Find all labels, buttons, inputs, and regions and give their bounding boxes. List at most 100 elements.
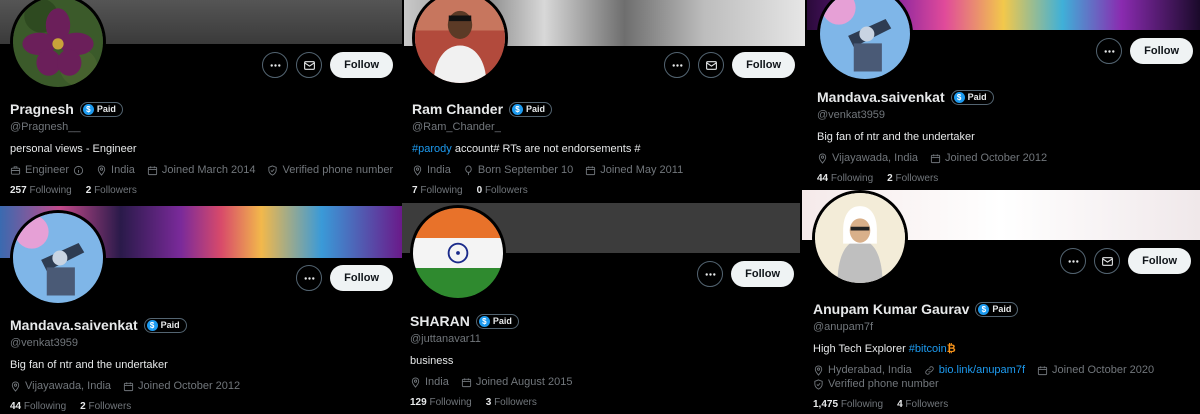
- more-options-button[interactable]: [664, 52, 691, 78]
- followers-link[interactable]: 2 Followers: [86, 185, 137, 196]
- meta-profession: Engineer: [10, 164, 84, 176]
- message-button[interactable]: [698, 52, 725, 78]
- follow-button[interactable]: Follow: [1130, 38, 1193, 64]
- calendar-icon: [147, 165, 158, 176]
- profile-info: Pragnesh $ Paid @Pragnesh__ personal view…: [10, 101, 394, 196]
- followers-link[interactable]: 2 Followers: [80, 401, 131, 412]
- paid-badge[interactable]: $ Paid: [475, 313, 519, 329]
- avatar[interactable]: [10, 210, 106, 306]
- display-name[interactable]: SHARAN: [410, 313, 470, 329]
- meta-joined: Joined October 2012: [123, 380, 240, 392]
- avatar[interactable]: [412, 0, 508, 86]
- profile-meta: Hyderabad, India bio.link/anupam7f Joine…: [813, 364, 1192, 390]
- mail-icon: [1101, 255, 1114, 268]
- follow-stats: 129 Following 3 Followers: [410, 397, 792, 408]
- avatar[interactable]: [812, 190, 908, 286]
- display-name[interactable]: Pragnesh: [10, 101, 74, 117]
- display-name[interactable]: Ram Chander: [412, 101, 503, 117]
- followers-link[interactable]: 2 Followers: [887, 173, 938, 184]
- following-link[interactable]: 129 Following: [410, 397, 472, 408]
- profile-info: Anupam Kumar Gaurav $ Paid @anupam7f High…: [813, 301, 1192, 410]
- more-options-button[interactable]: [697, 261, 724, 287]
- meta-joined: Joined May 2011: [585, 164, 683, 176]
- profile-actions: Follow: [664, 52, 795, 78]
- location-icon: [410, 377, 421, 388]
- shield-check-icon: [267, 165, 278, 176]
- hashtag-link[interactable]: #parody: [412, 143, 452, 155]
- meta-verified-phone: Verified phone number: [267, 164, 393, 176]
- followers-link[interactable]: 0 Followers: [477, 185, 528, 196]
- meta-location: Vijayawada, India: [817, 152, 918, 164]
- meta-joined: Joined October 2020: [1037, 364, 1154, 376]
- following-link[interactable]: 1,475 Following: [813, 399, 883, 410]
- paid-badge[interactable]: $ Paid: [79, 101, 123, 117]
- profile-info: Ram Chander $ Paid @Ram_Chander_ #parody …: [412, 101, 797, 196]
- more-icon: [1103, 45, 1116, 58]
- bio: High Tech Explorer #bitcoin₿: [813, 343, 956, 355]
- dollar-coin-icon: $: [82, 103, 94, 115]
- display-name[interactable]: Mandava.saivenkat: [817, 89, 945, 105]
- paid-badge[interactable]: $ Paid: [509, 101, 553, 117]
- meta-location: Hyderabad, India: [813, 364, 912, 376]
- follow-button[interactable]: Follow: [731, 261, 794, 287]
- followers-link[interactable]: 3 Followers: [486, 397, 537, 408]
- display-name[interactable]: Anupam Kumar Gaurav: [813, 301, 969, 317]
- location-icon: [96, 165, 107, 176]
- more-options-button[interactable]: [262, 52, 289, 78]
- meta-location: Vijayawada, India: [10, 380, 111, 392]
- dollar-coin-icon: $: [953, 91, 965, 103]
- following-link[interactable]: 7 Following: [412, 185, 463, 196]
- handle: @anupam7f: [813, 321, 874, 333]
- location-icon: [817, 153, 828, 164]
- dollar-coin-icon: $: [478, 315, 490, 327]
- paid-badge[interactable]: $ Paid: [975, 301, 1019, 317]
- following-link[interactable]: 44 Following: [817, 173, 873, 184]
- calendar-icon: [585, 165, 596, 176]
- more-options-button[interactable]: [1060, 248, 1087, 274]
- meta-joined: Joined March 2014: [147, 164, 255, 176]
- profile-actions: Follow: [697, 261, 794, 287]
- profile-info: Mandava.saivenkat $ Paid @venkat3959 Big …: [10, 317, 394, 412]
- meta-verified-phone: Verified phone number: [813, 378, 939, 390]
- hashtag-link[interactable]: #bitcoin: [909, 343, 947, 355]
- bio: personal views - Engineer: [10, 143, 137, 155]
- calendar-icon: [930, 153, 941, 164]
- followers-link[interactable]: 4 Followers: [897, 399, 948, 410]
- more-icon: [269, 59, 282, 72]
- follow-button[interactable]: Follow: [732, 52, 795, 78]
- follow-button[interactable]: Follow: [1128, 248, 1191, 274]
- follow-button[interactable]: Follow: [330, 265, 393, 291]
- profile-card-ram-chander: Follow Ram Chander $ Paid @Ram_Chander_ #…: [404, 0, 805, 202]
- more-icon: [303, 272, 316, 285]
- avatar[interactable]: [817, 0, 913, 82]
- meta-location: India: [410, 376, 449, 388]
- more-options-button[interactable]: [296, 265, 323, 291]
- calendar-icon: [1037, 365, 1048, 376]
- more-icon: [1067, 255, 1080, 268]
- follow-stats: 257 Following 2 Followers: [10, 185, 394, 196]
- profile-meta: Engineer India Joined March 2014 Verifie…: [10, 164, 394, 176]
- location-icon: [813, 365, 824, 376]
- handle: @Ram_Chander_: [412, 121, 501, 133]
- handle: @Pragnesh__: [10, 121, 81, 133]
- location-icon: [10, 381, 21, 392]
- display-name[interactable]: Mandava.saivenkat: [10, 317, 138, 333]
- profile-actions: Follow: [262, 52, 393, 78]
- message-button[interactable]: [1094, 248, 1121, 274]
- meta-joined: Joined October 2012: [930, 152, 1047, 164]
- profile-card-sharan: Follow SHARAN $ Paid @juttanavar11 busine…: [402, 203, 800, 414]
- profile-meta: Vijayawada, India Joined October 2012: [10, 380, 394, 392]
- more-options-button[interactable]: [1096, 38, 1123, 64]
- meta-website[interactable]: bio.link/anupam7f: [924, 364, 1025, 376]
- paid-badge[interactable]: $ Paid: [950, 89, 994, 105]
- paid-badge[interactable]: $ Paid: [143, 317, 187, 333]
- avatar[interactable]: [410, 205, 506, 301]
- bio: Big fan of ntr and the undertaker: [10, 359, 168, 371]
- info-icon[interactable]: [73, 165, 84, 176]
- following-link[interactable]: 44 Following: [10, 401, 66, 412]
- message-button[interactable]: [296, 52, 323, 78]
- follow-button[interactable]: Follow: [330, 52, 393, 78]
- shield-check-icon: [813, 379, 824, 390]
- following-link[interactable]: 257 Following: [10, 185, 72, 196]
- avatar[interactable]: [10, 0, 106, 90]
